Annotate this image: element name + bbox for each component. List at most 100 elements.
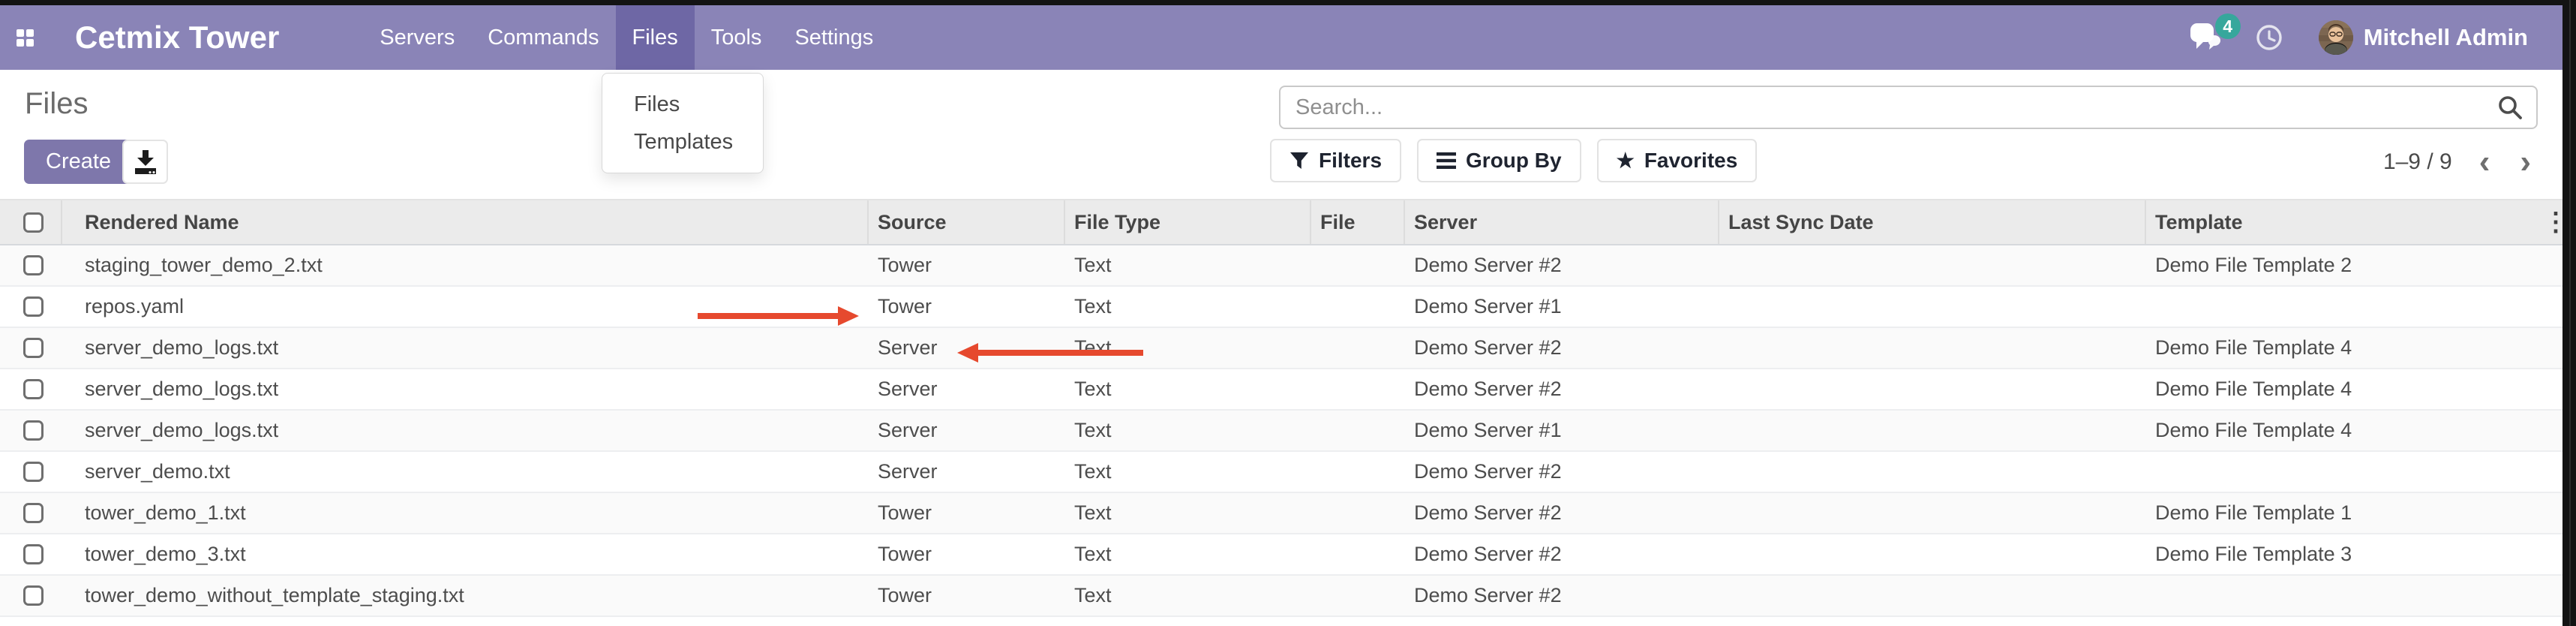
cell-rendered-name[interactable]: tower_demo_1.txt (62, 493, 869, 533)
cell-source[interactable]: Server (869, 411, 1065, 450)
user-menu[interactable]: Mitchell Admin (2364, 24, 2528, 51)
cell-source[interactable]: Tower (869, 534, 1065, 574)
cell-rendered-name[interactable]: server_demo_logs.txt (62, 369, 869, 409)
cell-server[interactable]: Demo Server #1 (1405, 411, 1719, 450)
nav-item-servers[interactable]: Servers (363, 5, 471, 70)
table-row[interactable]: repos.yamlTowerText Demo Server #1 (0, 287, 2562, 328)
cell-file-type[interactable]: Text (1065, 576, 1311, 615)
column-header-file[interactable]: File (1311, 200, 1405, 244)
table-row[interactable]: server_demo_logs.txtServerText Demo Serve… (0, 411, 2562, 452)
row-checkbox[interactable] (23, 544, 44, 564)
cell-source[interactable]: Tower (869, 287, 1065, 327)
cell-file[interactable] (1311, 411, 1405, 450)
cell-template[interactable]: Demo File Template 3 (2146, 534, 2562, 574)
cell-file-type[interactable]: Text (1065, 411, 1311, 450)
cell-source[interactable]: Server (869, 452, 1065, 492)
column-header-template[interactable]: Template (2146, 200, 2562, 244)
select-all-checkbox[interactable] (23, 212, 44, 233)
cell-template[interactable]: Demo File Template 4 (2146, 369, 2562, 409)
cell-file-type[interactable]: Text (1065, 287, 1311, 327)
cell-server[interactable]: Demo Server #2 (1405, 452, 1719, 492)
column-header-server[interactable]: Server (1405, 200, 1719, 244)
cell-server[interactable]: Demo Server #2 (1405, 493, 1719, 533)
cell-file-type[interactable]: Text (1065, 534, 1311, 574)
column-header-last-sync-date[interactable]: Last Sync Date (1719, 200, 2146, 244)
cell-server[interactable]: Demo Server #2 (1405, 245, 1719, 285)
table-row[interactable]: server_demo_logs.txtServerText Demo Serve… (0, 328, 2562, 369)
avatar[interactable] (2319, 20, 2353, 55)
cell-file[interactable] (1311, 534, 1405, 574)
cell-rendered-name[interactable]: staging_tower_demo_2.txt (62, 245, 869, 285)
cell-server[interactable]: Demo Server #2 (1405, 576, 1719, 615)
dropdown-item-files[interactable]: Files (602, 86, 763, 123)
pager-next-button[interactable]: › (2517, 149, 2534, 176)
table-row[interactable]: tower_demo_3.txtTowerText Demo Server #2 D… (0, 534, 2562, 576)
group-by-button[interactable]: Group By (1417, 139, 1581, 182)
row-checkbox[interactable] (23, 338, 44, 358)
cell-last-sync-date[interactable] (1719, 245, 2146, 285)
filters-button[interactable]: Filters (1270, 139, 1401, 182)
row-checkbox[interactable] (23, 585, 44, 606)
table-row[interactable]: tower_demo_1.txtTowerTextDemo Server #2D… (0, 493, 2562, 534)
table-row[interactable]: server_demo_logs.txtServerText Demo Serve… (0, 369, 2562, 411)
cell-template[interactable] (2146, 452, 2562, 492)
cell-file[interactable] (1311, 369, 1405, 409)
cell-server[interactable]: Demo Server #2 (1405, 369, 1719, 409)
cell-file[interactable] (1311, 452, 1405, 492)
cell-file[interactable] (1311, 493, 1405, 533)
pager-prev-button[interactable]: ‹ (2476, 149, 2493, 176)
import-button[interactable] (122, 140, 168, 184)
cell-source[interactable]: Tower (869, 493, 1065, 533)
cell-template[interactable] (2146, 287, 2562, 327)
cell-file-type[interactable]: Text (1065, 493, 1311, 533)
create-button[interactable]: Create (24, 140, 133, 184)
apps-menu-icon[interactable] (17, 29, 33, 46)
row-checkbox[interactable] (23, 379, 44, 399)
cell-rendered-name[interactable]: server_demo_logs.txt (62, 411, 869, 450)
search-input[interactable] (1294, 95, 2497, 121)
cell-rendered-name[interactable]: repos.yaml (62, 287, 869, 327)
activities-button[interactable] (2256, 24, 2283, 51)
cell-source[interactable]: Server (869, 369, 1065, 409)
cell-rendered-name[interactable]: server_demo_logs.txt (62, 328, 869, 368)
cell-file[interactable] (1311, 287, 1405, 327)
cell-source[interactable]: Tower (869, 576, 1065, 615)
cell-file-type[interactable]: Text (1065, 452, 1311, 492)
nav-item-tools[interactable]: Tools (695, 5, 779, 70)
table-row[interactable]: staging_tower_demo_2.txtTowerText Demo Se… (0, 245, 2562, 287)
cell-file-type[interactable]: Text (1065, 328, 1311, 368)
cell-server[interactable]: Demo Server #2 (1405, 534, 1719, 574)
cell-template[interactable]: Demo File Template 2 (2146, 245, 2562, 285)
nav-item-files[interactable]: Files (616, 5, 695, 70)
messages-button[interactable]: 4 (2188, 23, 2221, 53)
cell-rendered-name[interactable]: server_demo.txt (62, 452, 869, 492)
table-row[interactable]: server_demo.txtServerText Demo Server #2 (0, 452, 2562, 493)
cell-server[interactable]: Demo Server #1 (1405, 287, 1719, 327)
cell-template[interactable]: Demo File Template 4 (2146, 411, 2562, 450)
column-header-source[interactable]: Source (869, 200, 1065, 244)
cell-source[interactable]: Tower (869, 245, 1065, 285)
cell-template[interactable] (2146, 576, 2562, 615)
favorites-button[interactable]: ★ Favorites (1597, 139, 1758, 182)
cell-file-type[interactable]: Text (1065, 245, 1311, 285)
cell-file-type[interactable]: Text (1065, 369, 1311, 409)
table-row[interactable]: tower_demo_without_template_staging.txtT… (0, 576, 2562, 617)
cell-last-sync-date[interactable] (1719, 576, 2146, 615)
cell-template[interactable]: Demo File Template 4 (2146, 328, 2562, 368)
cell-file[interactable] (1311, 576, 1405, 615)
cell-last-sync-date[interactable] (1719, 452, 2146, 492)
cell-server[interactable]: Demo Server #2 (1405, 328, 1719, 368)
column-header-rendered-name[interactable]: Rendered Name (62, 200, 869, 244)
row-checkbox[interactable] (23, 462, 44, 482)
cell-last-sync-date[interactable] (1719, 411, 2146, 450)
nav-item-commands[interactable]: Commands (471, 5, 615, 70)
dropdown-item-templates[interactable]: Templates (602, 123, 763, 161)
cell-file[interactable] (1311, 245, 1405, 285)
cell-last-sync-date[interactable] (1719, 287, 2146, 327)
search-icon[interactable] (2497, 95, 2523, 120)
cell-rendered-name[interactable]: tower_demo_3.txt (62, 534, 869, 574)
cell-source[interactable]: Server (869, 328, 1065, 368)
nav-item-settings[interactable]: Settings (778, 5, 890, 70)
column-header-file-type[interactable]: File Type (1065, 200, 1311, 244)
cell-rendered-name[interactable]: tower_demo_without_template_staging.txt (62, 576, 869, 615)
